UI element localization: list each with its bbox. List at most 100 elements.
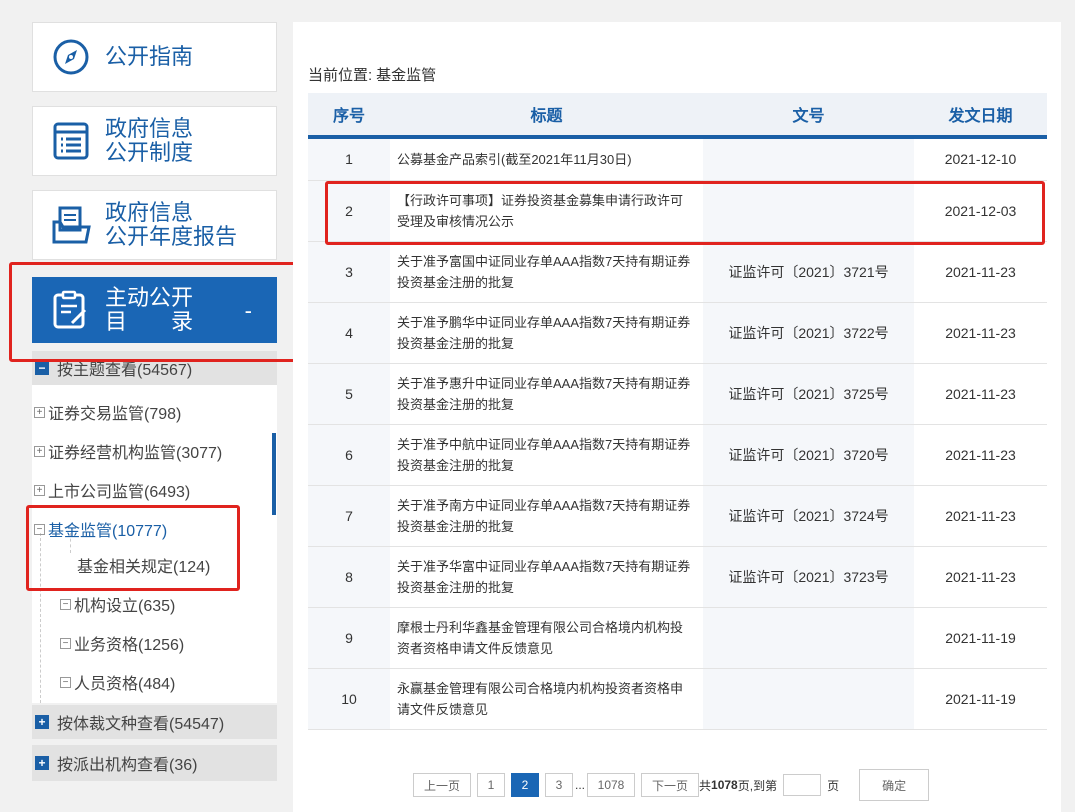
tree-node-label: 人员资格(484)	[74, 676, 176, 693]
tree-node-label: 业务资格(1256)	[74, 637, 185, 654]
table-row[interactable]: 5 关于准予惠升中证同业存单AAA指数7天持有期证券投资基金注册的批复 证监许可〔2…	[308, 363, 1047, 425]
row-title-link[interactable]: 关于准予鹏华中证同业存单AAA指数7天持有期证券投资基金注册的批复	[390, 302, 703, 364]
row-index: 7	[308, 485, 390, 547]
pager-ellipsis: ...	[575, 778, 586, 792]
tree-node-securities-trading[interactable]: + 证券交易监管(798)	[34, 400, 181, 424]
row-title-link[interactable]: 公募基金产品索引(截至2021年11月30日)	[390, 137, 703, 181]
nav-open-system[interactable]: 政府信息 公开制度	[32, 106, 277, 176]
confirm-button[interactable]: 确定	[859, 769, 930, 801]
nav-open-system-line1: 政府信息	[105, 116, 194, 141]
row-date: 2021-12-10	[914, 137, 1047, 181]
row-index: 5	[308, 363, 390, 425]
tree-node-label: 机构设立(635)	[74, 598, 176, 615]
tree-node-personnel-qualification[interactable]: − 人员资格(484)	[60, 670, 175, 694]
row-docno: 证监许可〔2021〕3723号	[703, 546, 914, 608]
next-page-button[interactable]: 下一页	[641, 773, 700, 797]
plus-box-icon: +	[34, 445, 45, 457]
tree-node-label: 证券交易监管(798)	[48, 406, 182, 423]
row-docno: 证监许可〔2021〕3721号	[703, 241, 914, 303]
highlight-fund-supervision	[26, 505, 240, 591]
nav-open-system-line2: 公开制度	[105, 140, 194, 165]
row-date: 2021-11-19	[914, 668, 1047, 730]
row-docno	[703, 668, 914, 730]
table-row[interactable]: 4 关于准予鹏华中证同业存单AAA指数7天持有期证券投资基金注册的批复 证监许可〔2…	[308, 302, 1047, 364]
table-row[interactable]: 8 关于准予华富中证同业存单AAA指数7天持有期证券投资基金注册的批复 证监许可〔2…	[308, 546, 1047, 608]
row-index: 4	[308, 302, 390, 364]
tree-by-genre[interactable]: + 按体裁文种查看(54547)	[32, 705, 277, 739]
table-header-row: 序号 标题 文号 发文日期	[308, 93, 1047, 139]
row-index: 8	[308, 546, 390, 608]
plus-box-icon: +	[34, 406, 45, 418]
nav-open-guide[interactable]: 公开指南	[32, 22, 277, 92]
tree-node-institution-setup[interactable]: − 机构设立(635)	[60, 592, 175, 616]
row-date: 2021-11-23	[914, 241, 1047, 303]
row-title-link[interactable]: 关于准予中航中证同业存单AAA指数7天持有期证券投资基金注册的批复	[390, 424, 703, 486]
minus-box-icon: −	[60, 676, 71, 688]
row-title-link[interactable]: 关于准予富国中证同业存单AAA指数7天持有期证券投资基金注册的批复	[390, 241, 703, 303]
highlight-active-catalog	[9, 262, 298, 362]
row-title-link[interactable]: 摩根士丹利华鑫基金管理有限公司合格境内机构投资者资格申请文件反馈意见	[390, 607, 703, 669]
highlight-row-2	[325, 181, 1045, 245]
row-date: 2021-11-23	[914, 424, 1047, 486]
nav-annual-report-line1: 政府信息	[105, 200, 194, 225]
pager-total: 1078	[711, 778, 738, 792]
tree-scrollbar-thumb[interactable]	[272, 433, 276, 515]
breadcrumb: 当前位置: 基金监管	[308, 64, 436, 85]
row-docno	[703, 607, 914, 669]
nav-annual-report-label: 政府信息 公开年度报告	[105, 201, 237, 249]
row-date: 2021-11-19	[914, 607, 1047, 669]
tree-node-listed-companies[interactable]: + 上市公司监管(6493)	[34, 478, 190, 502]
list-document-icon	[51, 121, 91, 161]
pager-total-prefix: 共	[699, 778, 712, 793]
minus-box-icon: −	[60, 637, 71, 649]
row-index: 3	[308, 241, 390, 303]
content-panel: 当前位置: 基金监管 序号 标题 文号 发文日期 1 公募基金产品索引(截至2021…	[293, 22, 1061, 812]
table-row[interactable]: 9 摩根士丹利华鑫基金管理有限公司合格境内机构投资者资格申请文件反馈意见 2021-…	[308, 607, 1047, 669]
row-docno: 证监许可〔2021〕3722号	[703, 302, 914, 364]
table-row[interactable]: 7 关于准予南方中证同业存单AAA指数7天持有期证券投资基金注册的批复 证监许可〔2…	[308, 485, 1047, 547]
plus-box-icon: +	[34, 484, 45, 496]
col-docno: 文号	[703, 93, 914, 139]
nav-annual-report[interactable]: 政府信息 公开年度报告	[32, 190, 277, 260]
plus-square-icon: +	[35, 756, 49, 770]
row-title-link[interactable]: 关于准予南方中证同业存单AAA指数7天持有期证券投资基金注册的批复	[390, 485, 703, 547]
page-3-button[interactable]: 3	[545, 773, 573, 797]
pager-total-suffix: 页,到第	[737, 778, 778, 793]
page-2-button[interactable]: 2	[511, 773, 539, 797]
minus-square-icon: −	[35, 361, 49, 375]
tree-by-agency-label: 按派出机构查看(36)	[57, 757, 198, 774]
tree-node-label: 证券经营机构监管(3077)	[48, 445, 223, 462]
table-row[interactable]: 1 公募基金产品索引(截至2021年11月30日) 2021-12-10	[308, 137, 1047, 181]
tree-node-business-qualification[interactable]: − 业务资格(1256)	[60, 631, 184, 655]
row-index: 9	[308, 607, 390, 669]
tree-node-label: 上市公司监管(6493)	[48, 484, 191, 501]
row-index: 10	[308, 668, 390, 730]
compass-icon	[51, 37, 91, 77]
table-row[interactable]: 10 永赢基金管理有限公司合格境内机构投资者资格申请文件反馈意见 2021-11-1…	[308, 668, 1047, 730]
nav-open-guide-label: 公开指南	[105, 44, 194, 69]
minus-box-icon: −	[60, 598, 71, 610]
last-page-button[interactable]: 1078	[587, 773, 636, 797]
row-title-link[interactable]: 关于准予惠升中证同业存单AAA指数7天持有期证券投资基金注册的批复	[390, 363, 703, 425]
tree-node-securities-firms[interactable]: + 证券经营机构监管(3077)	[34, 439, 222, 463]
prev-page-button[interactable]: 上一页	[413, 773, 471, 797]
page-number-input[interactable]	[783, 774, 822, 796]
nav-open-system-label: 政府信息 公开制度	[105, 117, 193, 165]
row-date: 2021-11-23	[914, 485, 1047, 547]
tree-by-agency[interactable]: + 按派出机构查看(36)	[32, 745, 277, 781]
breadcrumb-current: 基金监管	[376, 67, 437, 84]
row-docno: 证监许可〔2021〕3724号	[703, 485, 914, 547]
page-1-button[interactable]: 1	[477, 773, 505, 797]
row-docno: 证监许可〔2021〕3720号	[703, 424, 914, 486]
row-title-link[interactable]: 永赢基金管理有限公司合格境内机构投资者资格申请文件反馈意见	[390, 668, 703, 730]
folder-document-icon	[51, 205, 91, 245]
col-date: 发文日期	[914, 93, 1047, 139]
col-index: 序号	[308, 93, 390, 139]
tree-by-genre-label: 按体裁文种查看(54547)	[57, 716, 225, 733]
plus-square-icon: +	[35, 715, 49, 729]
row-title-link[interactable]: 关于准予华富中证同业存单AAA指数7天持有期证券投资基金注册的批复	[390, 546, 703, 608]
table-row[interactable]: 6 关于准予中航中证同业存单AAA指数7天持有期证券投资基金注册的批复 证监许可〔2…	[308, 424, 1047, 486]
table-row[interactable]: 3 关于准予富国中证同业存单AAA指数7天持有期证券投资基金注册的批复 证监许可〔2…	[308, 241, 1047, 303]
row-date: 2021-11-23	[914, 302, 1047, 364]
col-title: 标题	[390, 93, 703, 139]
